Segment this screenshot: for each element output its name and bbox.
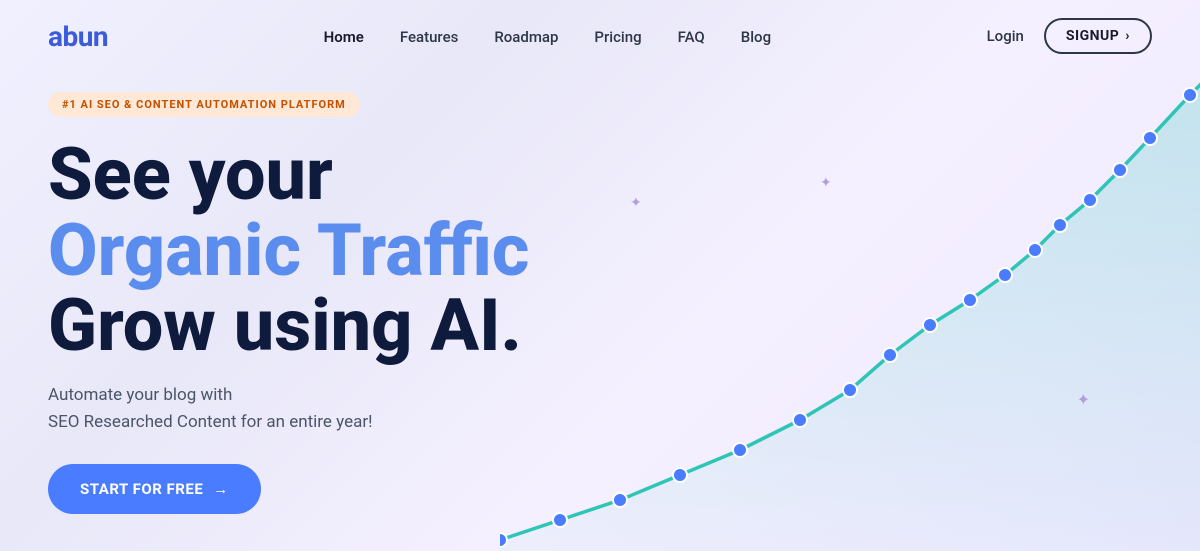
hero-subtitle-line2: SEO Researched Content for an entire yea… xyxy=(48,412,372,432)
nav-link-features[interactable]: Features xyxy=(400,28,458,46)
nav-links: Home Features Roadmap Pricing FAQ Blog xyxy=(324,27,771,46)
signup-arrow-icon: › xyxy=(1125,28,1130,44)
navbar: abun Home Features Roadmap Pricing FAQ B… xyxy=(0,0,1200,72)
logo[interactable]: abun xyxy=(48,20,108,53)
cta-arrow-icon: → xyxy=(213,480,229,498)
hero-title-line3: Grow using AI. xyxy=(48,283,522,368)
hero-title-line2: Organic Traffic xyxy=(48,208,529,293)
signup-label: SIGNUP xyxy=(1066,28,1119,44)
nav-item-faq[interactable]: FAQ xyxy=(678,27,705,46)
nav-item-blog[interactable]: Blog xyxy=(741,27,771,46)
nav-item-pricing[interactable]: Pricing xyxy=(594,27,641,46)
cta-label: START FOR FREE xyxy=(80,480,203,498)
hero-title: See your Organic Traffic Grow using AI. xyxy=(48,137,668,364)
signup-button[interactable]: SIGNUP › xyxy=(1044,18,1152,54)
hero-title-line1: See your xyxy=(48,132,333,217)
nav-link-blog[interactable]: Blog xyxy=(741,28,771,46)
cta-button[interactable]: START FOR FREE → xyxy=(48,464,261,514)
nav-item-roadmap[interactable]: Roadmap xyxy=(494,27,558,46)
hero-subtitle-line1: Automate your blog with xyxy=(48,385,232,405)
nav-link-pricing[interactable]: Pricing xyxy=(594,28,641,46)
hero-section: #1 AI SEO & CONTENT AUTOMATION PLATFORM … xyxy=(0,72,1200,514)
login-button[interactable]: Login xyxy=(987,27,1024,45)
nav-item-features[interactable]: Features xyxy=(400,27,458,46)
hero-subtitle: Automate your blog with SEO Researched C… xyxy=(48,382,448,436)
badge: #1 AI SEO & CONTENT AUTOMATION PLATFORM xyxy=(48,92,360,117)
nav-link-home[interactable]: Home xyxy=(324,28,364,46)
nav-link-faq[interactable]: FAQ xyxy=(678,28,705,46)
nav-right: Login SIGNUP › xyxy=(987,18,1152,54)
nav-link-roadmap[interactable]: Roadmap xyxy=(494,28,558,46)
nav-item-home[interactable]: Home xyxy=(324,27,364,46)
